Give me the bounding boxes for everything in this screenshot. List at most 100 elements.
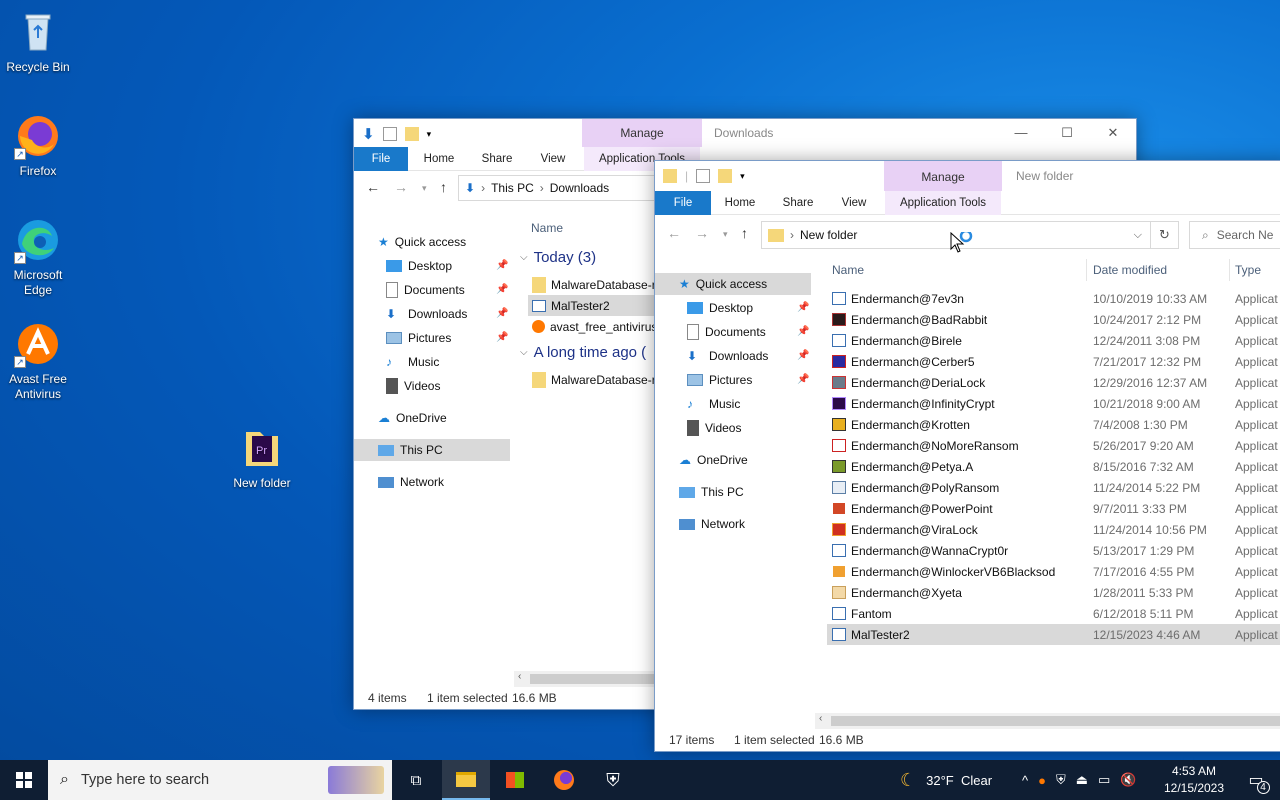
recent-chevron-icon[interactable]: ▾: [422, 183, 427, 194]
search-input[interactable]: ⌕ Search Ne: [1189, 221, 1280, 249]
file-row[interactable]: Endermanch@Xyeta 1/28/2011 5:33 PM Applica…: [827, 582, 1280, 603]
nav-quick-access[interactable]: ★ Quick access: [655, 273, 811, 295]
breadcrumb-downloads[interactable]: Downloads: [550, 181, 609, 195]
manage-tab[interactable]: Manage: [884, 161, 1002, 191]
column-header-date[interactable]: Date modified: [1093, 263, 1167, 277]
tab-home[interactable]: Home: [715, 191, 765, 215]
nav-videos[interactable]: Videos: [687, 417, 741, 439]
file-row[interactable]: Fantom 6/12/2018 5:11 PM Applicat: [827, 603, 1280, 624]
file-row[interactable]: Endermanch@DeriaLock 12/29/2016 12:37 AM A…: [827, 372, 1280, 393]
recent-chevron-icon[interactable]: ▾: [723, 229, 728, 240]
show-hidden-icons-chevron-icon[interactable]: ^: [1022, 773, 1028, 788]
file-row[interactable]: MalTester2 12/15/2023 4:46 AM Applicat: [827, 624, 1280, 645]
breadcrumb-new-folder[interactable]: New folder: [800, 228, 857, 242]
horizontal-scrollbar[interactable]: ‹: [815, 713, 1280, 729]
nav-network[interactable]: Network: [679, 513, 745, 535]
weather-widget[interactable]: ☾ 32°F Clear: [900, 760, 992, 800]
file-row[interactable]: Endermanch@WinlockerVB6Blacksod 7/17/2016…: [827, 561, 1280, 582]
avast-tray-icon[interactable]: ●: [1038, 773, 1046, 788]
security-tray-icon[interactable]: ⛨: [1056, 772, 1066, 788]
scrollbar-thumb[interactable]: [530, 674, 654, 684]
horizontal-scrollbar[interactable]: ‹: [514, 671, 654, 687]
nav-pictures[interactable]: Pictures 📌: [687, 369, 811, 391]
usb-icon[interactable]: ⏏: [1076, 772, 1088, 788]
file-row[interactable]: MalwareDatabase-r: [528, 274, 668, 295]
nav-desktop[interactable]: Desktop 📌: [687, 297, 811, 319]
file-row[interactable]: Endermanch@Petya.A 8/15/2016 7:32 AM Appli…: [827, 456, 1280, 477]
nav-documents[interactable]: Documents 📌: [687, 321, 811, 343]
manage-tab[interactable]: Manage: [582, 119, 702, 147]
file-row[interactable]: Endermanch@BadRabbit 10/24/2017 2:12 PM Ap…: [827, 309, 1280, 330]
scroll-left-icon[interactable]: ‹: [819, 713, 822, 724]
notification-center-button[interactable]: ▭ 4: [1232, 760, 1280, 800]
tab-view[interactable]: View: [831, 191, 877, 215]
column-header-name[interactable]: Name: [832, 263, 864, 277]
file-row[interactable]: Endermanch@InfinityCrypt 10/21/2018 9:00 …: [827, 393, 1280, 414]
column-header-type[interactable]: Type: [1235, 263, 1261, 277]
file-row[interactable]: Endermanch@Birele 12/24/2011 3:08 PM Appli…: [827, 330, 1280, 351]
new-folder-icon[interactable]: [404, 127, 419, 141]
tab-view[interactable]: View: [530, 147, 576, 171]
taskbar-file-explorer[interactable]: [442, 760, 490, 800]
tab-file[interactable]: File: [354, 147, 408, 171]
nav-downloads[interactable]: ⬇ Downloads 📌: [386, 303, 510, 325]
file-row[interactable]: Endermanch@WannaCrypt0r 5/13/2017 1:29 PM…: [827, 540, 1280, 561]
nav-this-pc[interactable]: This PC: [679, 481, 744, 503]
network-tray-icon[interactable]: ▭: [1098, 772, 1110, 788]
back-arrow-icon[interactable]: ←: [667, 225, 681, 241]
file-row-selected[interactable]: MalTester2: [528, 295, 668, 316]
refresh-button[interactable]: ↻: [1151, 221, 1179, 249]
start-button[interactable]: [0, 760, 48, 800]
up-arrow-icon[interactable]: ↑: [741, 225, 748, 241]
close-button[interactable]: ✕: [1090, 119, 1136, 147]
new-folder-icon[interactable]: [718, 169, 733, 183]
forward-arrow-icon[interactable]: →: [394, 179, 408, 195]
column-divider[interactable]: [1229, 259, 1230, 281]
properties-icon[interactable]: [696, 169, 711, 183]
nav-videos[interactable]: Videos: [386, 375, 440, 397]
taskbar-store[interactable]: [491, 760, 539, 800]
file-row[interactable]: Endermanch@PowerPoint 9/7/2011 3:33 PM App…: [827, 498, 1280, 519]
tab-share[interactable]: Share: [773, 191, 823, 215]
up-arrow-icon[interactable]: ↑: [440, 179, 447, 195]
file-row[interactable]: Endermanch@7ev3n 10/10/2019 10:33 AM Appli…: [827, 288, 1280, 309]
column-header-name[interactable]: Name: [531, 221, 563, 235]
nav-music[interactable]: ♪ Music: [386, 351, 439, 373]
clock[interactable]: 4:53 AM 12/15/2023: [1156, 763, 1232, 797]
nav-music[interactable]: ♪ Music: [687, 393, 740, 415]
volume-muted-icon[interactable]: 🔇: [1120, 772, 1136, 788]
group-header-today[interactable]: ⌵ Today (3): [520, 249, 596, 266]
task-view-button[interactable]: ⧉: [392, 760, 440, 800]
tab-application-tools[interactable]: Application Tools: [885, 191, 1001, 215]
title-bar[interactable]: ⬇ ▾ Manage Downloads — ☐ ✕: [354, 119, 1136, 147]
nav-this-pc[interactable]: This PC: [354, 439, 510, 461]
chevron-down-icon[interactable]: ▾: [427, 129, 432, 140]
chevron-down-icon[interactable]: ⌵: [1134, 229, 1142, 242]
file-row[interactable]: avast_free_antivirus: [528, 316, 668, 337]
nav-pictures[interactable]: Pictures 📌: [386, 327, 510, 349]
taskbar-search-box[interactable]: ⌕ Type here to search: [48, 760, 392, 800]
chevron-down-icon[interactable]: ▾: [740, 171, 745, 182]
file-row[interactable]: Endermanch@PolyRansom 11/24/2014 5:22 PM A…: [827, 477, 1280, 498]
tab-file[interactable]: File: [655, 191, 711, 215]
tab-home[interactable]: Home: [414, 147, 464, 171]
desktop-icon-new-folder[interactable]: Pr New folder: [224, 424, 300, 491]
back-arrow-icon[interactable]: ←: [366, 179, 380, 195]
desktop-icon-edge[interactable]: ↗ Microsoft Edge: [0, 216, 76, 298]
tab-share[interactable]: Share: [472, 147, 522, 171]
file-row[interactable]: Endermanch@NoMoreRansom 5/26/2017 9:20 AM…: [827, 435, 1280, 456]
breadcrumb-this-pc[interactable]: This PC: [491, 181, 534, 195]
nav-desktop[interactable]: Desktop 📌: [386, 255, 510, 277]
desktop-icon-recycle-bin[interactable]: Recycle Bin: [0, 8, 76, 75]
taskbar-firefox[interactable]: [540, 760, 588, 800]
nav-quick-access[interactable]: ★ Quick access: [378, 231, 466, 253]
nav-network[interactable]: Network: [378, 471, 444, 493]
nav-documents[interactable]: Documents 📌: [386, 279, 510, 301]
forward-arrow-icon[interactable]: →: [695, 225, 709, 241]
taskbar-security[interactable]: ⛨: [589, 760, 637, 800]
file-row[interactable]: Endermanch@Cerber5 7/21/2017 12:32 PM Appl…: [827, 351, 1280, 372]
scrollbar-thumb[interactable]: [831, 716, 1280, 726]
group-header-long-ago[interactable]: ⌵ A long time ago (: [520, 344, 646, 361]
nav-downloads[interactable]: ⬇ Downloads 📌: [687, 345, 811, 367]
column-divider[interactable]: [1086, 259, 1087, 281]
